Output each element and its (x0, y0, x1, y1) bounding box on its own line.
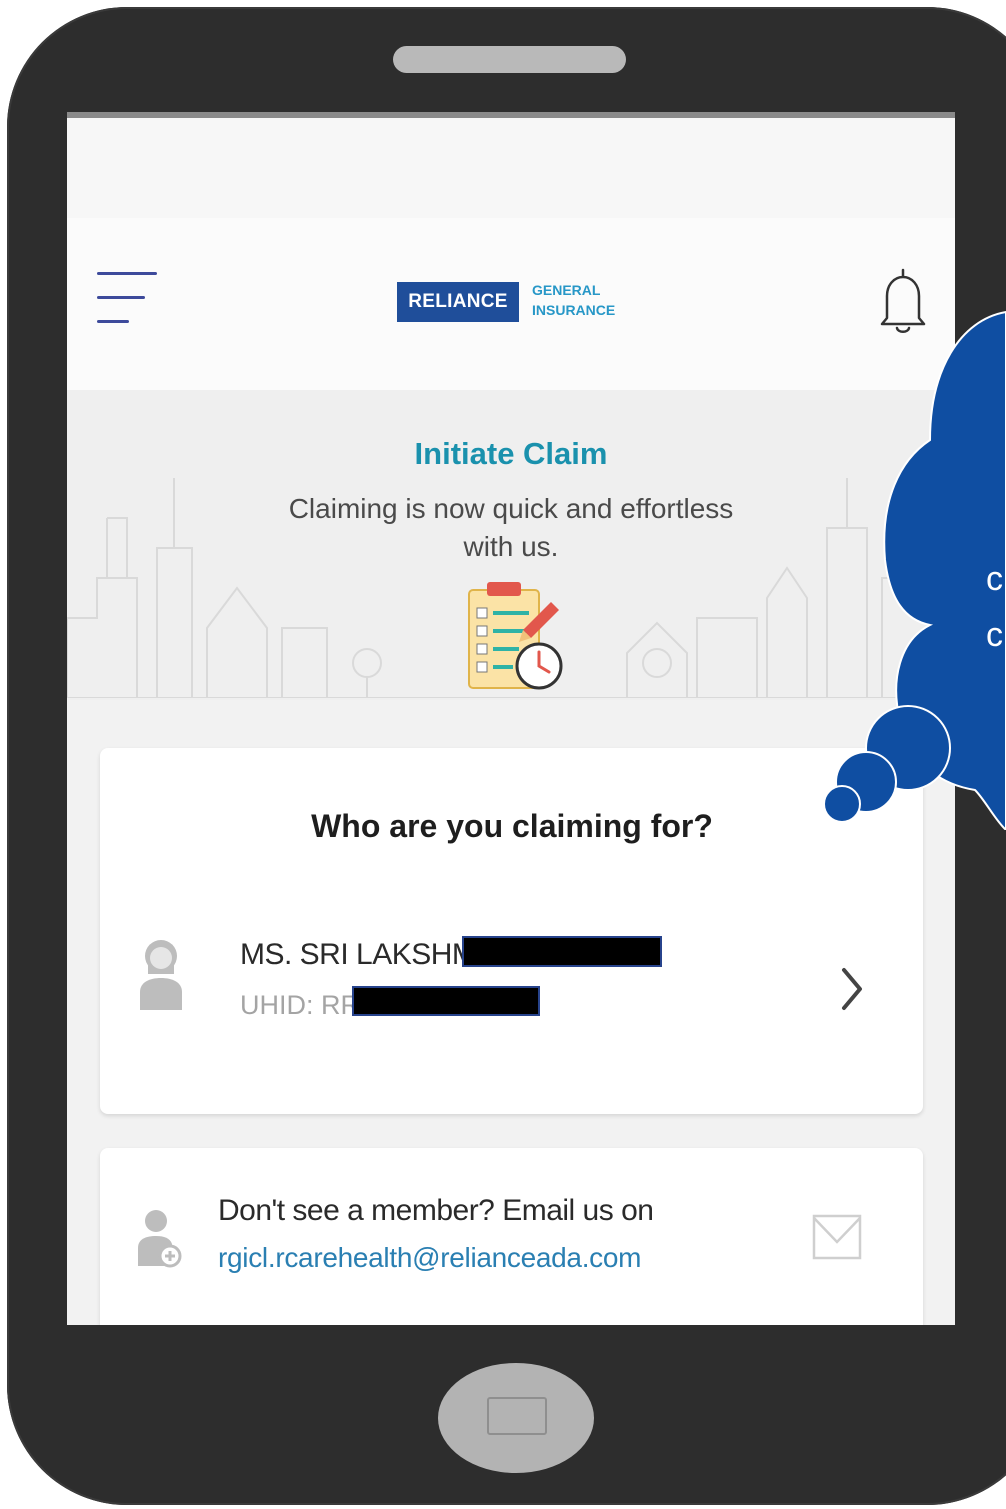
hamburger-icon-line-3 (97, 320, 129, 323)
home-button-square-icon (487, 1397, 547, 1435)
logo-primary: RELIANCE (397, 282, 519, 322)
reliance-logo: RELIANCE GENERAL INSURANCE (397, 280, 622, 324)
logo-secondary-line2: INSURANCE (532, 302, 616, 318)
missing-member-card: Don't see a member? Email us on rgicl.rc… (100, 1148, 923, 1325)
banner-subtitle: Claiming is now quick and effortless wit… (288, 493, 734, 562)
claim-question: Who are you claiming for? (311, 808, 713, 844)
stage: RELIANCE GENERAL INSURANCE Initiate Clai… (0, 0, 1006, 1509)
member-name: MS. SRI LAKSHMI (240, 938, 485, 971)
phone-speaker (393, 46, 626, 73)
logo-secondary-line1: GENERAL (532, 282, 601, 298)
clipboard-clock-icon (468, 582, 563, 690)
support-email-link[interactable]: rgicl.rcarehealth@relianceada.com (218, 1242, 641, 1274)
female-user-icon (140, 940, 182, 1010)
hamburger-icon-line-1 (97, 272, 157, 275)
chevron-right-icon (842, 968, 862, 1010)
redacted-surname (462, 936, 662, 967)
callout-cloud (823, 310, 1006, 830)
callout-text-line1: c (986, 560, 1003, 598)
claim-for-card: Who are you claiming for? MS. SRI LAKSHM… (100, 748, 923, 1114)
status-bar (67, 118, 955, 218)
hamburger-icon-line-2 (97, 296, 145, 299)
redacted-uhid (352, 986, 540, 1016)
missing-member-message: Don't see a member? Email us on (218, 1194, 654, 1227)
member-row[interactable]: MS. SRI LAKSHMI UHID: RR (100, 928, 923, 1058)
envelope-icon[interactable] (812, 1214, 862, 1260)
logo-secondary: GENERAL INSURANCE (532, 280, 615, 320)
menu-button[interactable] (97, 268, 159, 330)
callout-text-line2: c (986, 616, 1003, 654)
add-user-icon (138, 1210, 182, 1268)
member-uhid: UHID: RR (240, 990, 360, 1020)
